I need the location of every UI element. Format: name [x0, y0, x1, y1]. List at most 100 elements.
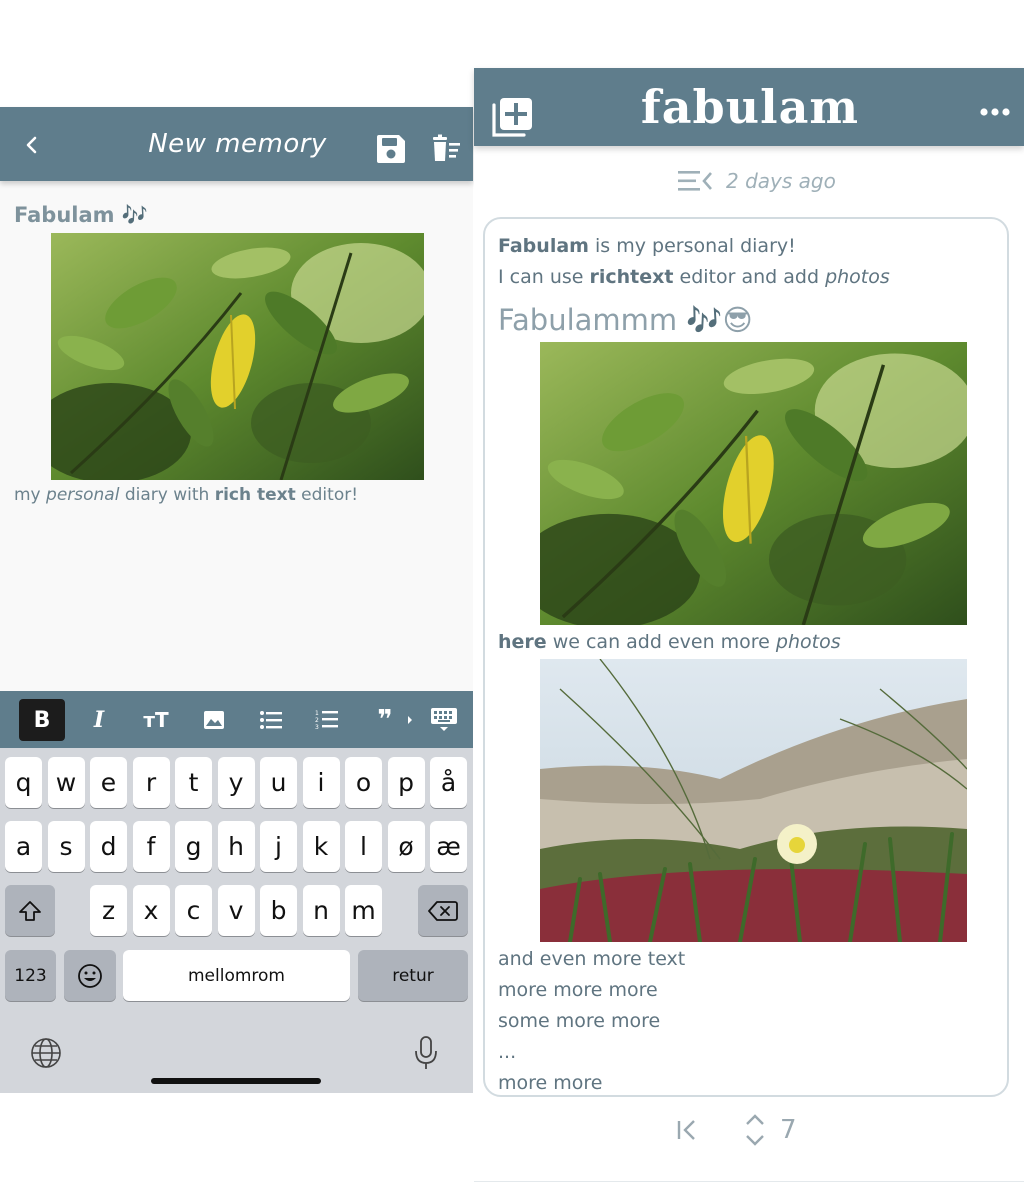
key-h[interactable]: h [217, 821, 255, 872]
emoji-key[interactable] [64, 950, 116, 1001]
editor-header: New memory [0, 107, 473, 181]
memory-card[interactable]: Fabulam is my personal diary! I can use … [483, 217, 1009, 1097]
chevron-right-icon [408, 716, 412, 724]
first-page-icon[interactable] [670, 1116, 702, 1144]
key-w[interactable]: w [47, 757, 85, 808]
key-x[interactable]: x [132, 885, 170, 936]
numbered-list-icon: 1 2 3 [315, 710, 338, 731]
memory-line-4: and even more text [498, 948, 686, 970]
key-m[interactable]: m [345, 885, 382, 936]
return-key[interactable]: retur [358, 950, 468, 1001]
memory-line-6: some more more [498, 1010, 661, 1032]
key-j[interactable]: j [260, 821, 297, 872]
bold-text: richtext [589, 266, 674, 288]
key-d[interactable]: d [90, 821, 127, 872]
hide-keyboard-button[interactable] [426, 699, 462, 741]
key-b[interactable]: b [260, 885, 297, 936]
leaf-photo[interactable] [540, 342, 967, 625]
memory-line-7: ... [498, 1041, 517, 1063]
bullet-list-icon [260, 711, 282, 729]
text-size-button[interactable]: тT [136, 699, 176, 741]
more-formats-button[interactable] [402, 699, 418, 741]
keyboard: qwertyuiopå asdfghjkløæ zxcvbnm 123 mell… [0, 748, 473, 1093]
key-n[interactable]: n [302, 885, 340, 936]
back-icon[interactable] [18, 131, 46, 159]
bold-text: Fabulam [498, 235, 589, 257]
home-indicator [151, 1078, 321, 1084]
quote-button[interactable]: ❞ [370, 699, 400, 741]
key-g[interactable]: g [175, 821, 212, 872]
svg-text:1: 1 [315, 710, 319, 717]
format-toolbar: B I тT 1 2 3 ❞ [0, 691, 473, 748]
save-icon[interactable] [374, 132, 408, 166]
image-button[interactable] [196, 699, 232, 741]
key-l[interactable]: l [345, 821, 382, 872]
memory-line-8: more more [498, 1072, 603, 1094]
key-ø[interactable]: ø [387, 821, 425, 872]
key-t[interactable]: t [175, 757, 212, 808]
memory-line-2: I can use richtext editor and add photos [498, 266, 890, 288]
emoji-icon [78, 963, 102, 988]
svg-text:2: 2 [315, 717, 319, 724]
memory-heading: Fabulammm 🎶😎 [498, 303, 753, 337]
caption-text: diary with [119, 485, 215, 505]
key-p[interactable]: p [387, 757, 425, 808]
key-u[interactable]: u [260, 757, 297, 808]
more-options-icon[interactable] [979, 106, 1011, 118]
microphone-icon[interactable] [413, 1035, 439, 1071]
key-o[interactable]: o [345, 757, 382, 808]
numbers-key[interactable]: 123 [5, 950, 56, 1001]
key-s[interactable]: s [47, 821, 85, 872]
caption-text: my [14, 485, 47, 505]
new-memory-icon[interactable] [490, 95, 534, 139]
text: we can add even more [546, 631, 776, 653]
key-e[interactable]: e [90, 757, 127, 808]
keyboard-hide-icon [431, 708, 457, 731]
bullet-list-button[interactable] [252, 699, 290, 741]
delete-icon[interactable] [430, 134, 462, 164]
key-i[interactable]: i [302, 757, 340, 808]
caption-bold: rich text [214, 485, 296, 505]
viewer-screen: fabulam 2 days ago Fabulam is my persona… [474, 68, 1024, 1183]
key-å[interactable]: å [430, 757, 467, 808]
key-æ[interactable]: æ [430, 821, 467, 872]
bold-button[interactable]: B [19, 699, 65, 741]
space-key[interactable]: mellomrom [123, 950, 350, 1001]
document-heading[interactable]: Fabulam 🎶 [14, 203, 148, 228]
document-caption[interactable]: my personal diary with rich text editor! [14, 485, 358, 505]
key-k[interactable]: k [302, 821, 340, 872]
key-y[interactable]: y [217, 757, 255, 808]
collapse-list-icon[interactable] [678, 169, 712, 193]
leaf-photo[interactable] [51, 233, 424, 480]
text: I can use [498, 266, 590, 288]
editor-screen: New memory Fabulam 🎶 my personal diary w… [0, 107, 473, 1093]
italic-text: photos [825, 266, 890, 288]
numbered-list-button[interactable]: 1 2 3 [308, 699, 346, 741]
editor-title: New memory [148, 129, 327, 159]
beach-flower-photo[interactable] [540, 659, 967, 942]
key-c[interactable]: c [175, 885, 212, 936]
key-v[interactable]: v [217, 885, 255, 936]
text: is my personal diary! [588, 235, 796, 257]
bold-text: here [498, 631, 547, 653]
bottom-navigation: 7 [670, 1112, 797, 1148]
key-a[interactable]: a [5, 821, 42, 872]
backspace-icon [428, 900, 458, 921]
globe-icon[interactable] [30, 1037, 62, 1069]
key-z[interactable]: z [90, 885, 127, 936]
app-header: fabulam [474, 68, 1024, 146]
shift-key[interactable] [5, 885, 55, 936]
date-row: 2 days ago [678, 166, 836, 196]
italic-button[interactable]: I [80, 699, 118, 741]
key-f[interactable]: f [132, 821, 170, 872]
expand-collapse-icon[interactable] [742, 1112, 768, 1148]
memory-line-5: more more more [498, 979, 658, 1001]
backspace-key[interactable] [418, 885, 468, 936]
key-r[interactable]: r [132, 757, 170, 808]
svg-text:3: 3 [315, 724, 319, 731]
key-q[interactable]: q [5, 757, 42, 808]
memory-count: 7 [780, 1115, 797, 1145]
memory-line-3: here we can add even more photos [498, 631, 841, 653]
text: editor and add [673, 266, 826, 288]
image-icon [204, 711, 224, 729]
